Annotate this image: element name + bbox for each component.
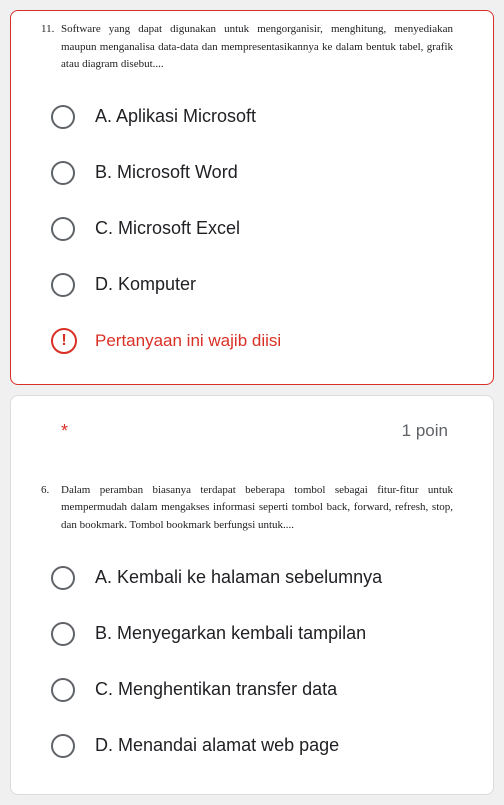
- options-container-6: A. Kembali ke halaman sebelumnya B. Meny…: [11, 550, 493, 774]
- radio-icon: [51, 161, 75, 185]
- points-label: 1 poin: [402, 421, 448, 441]
- radio-icon: [51, 273, 75, 297]
- question-card-6: * 1 poin 6. Dalam peramban biasanya terd…: [10, 395, 494, 795]
- option-d-6[interactable]: D. Menandai alamat web page: [51, 718, 453, 774]
- radio-icon: [51, 217, 75, 241]
- option-label: C. Menghentikan transfer data: [95, 679, 337, 700]
- radio-icon: [51, 622, 75, 646]
- question-text-6: 6. Dalam peramban biasanya terdapat bebe…: [11, 452, 493, 550]
- radio-icon: [51, 678, 75, 702]
- question-body: Software yang dapat digunakan untuk meng…: [61, 23, 453, 70]
- option-label: A. Aplikasi Microsoft: [95, 106, 256, 127]
- option-c-6[interactable]: C. Menghentikan transfer data: [51, 662, 453, 718]
- option-label: B. Microsoft Word: [95, 162, 238, 183]
- alert-icon: !: [51, 328, 77, 354]
- option-label: D. Menandai alamat web page: [95, 735, 339, 756]
- option-c-11[interactable]: C. Microsoft Excel: [51, 201, 453, 257]
- option-b-6[interactable]: B. Menyegarkan kembali tampilan: [51, 606, 453, 662]
- option-a-11[interactable]: A. Aplikasi Microsoft: [51, 89, 453, 145]
- error-text: Pertanyaan ini wajib diisi: [95, 331, 281, 351]
- options-container-11: A. Aplikasi Microsoft B. Microsoft Word …: [11, 89, 493, 313]
- required-star: *: [61, 421, 68, 442]
- question-header-6: * 1 poin: [11, 396, 493, 452]
- option-d-11[interactable]: D. Komputer: [51, 257, 453, 313]
- option-label: A. Kembali ke halaman sebelumnya: [95, 567, 382, 588]
- exclamation-icon: !: [61, 332, 66, 350]
- error-message: ! Pertanyaan ini wajib diisi: [11, 313, 493, 364]
- question-text-11: 11. Software yang dapat digunakan untuk …: [11, 11, 493, 89]
- option-b-11[interactable]: B. Microsoft Word: [51, 145, 453, 201]
- radio-icon: [51, 734, 75, 758]
- option-a-6[interactable]: A. Kembali ke halaman sebelumnya: [51, 550, 453, 606]
- question-number: 11.: [41, 21, 54, 39]
- option-label: B. Menyegarkan kembali tampilan: [95, 623, 366, 644]
- question-card-11: 11. Software yang dapat digunakan untuk …: [10, 10, 494, 385]
- radio-icon: [51, 105, 75, 129]
- option-label: C. Microsoft Excel: [95, 218, 240, 239]
- radio-icon: [51, 566, 75, 590]
- question-body: Dalam peramban biasanya terdapat beberap…: [61, 484, 453, 531]
- option-label: D. Komputer: [95, 274, 196, 295]
- question-number: 6.: [41, 482, 49, 500]
